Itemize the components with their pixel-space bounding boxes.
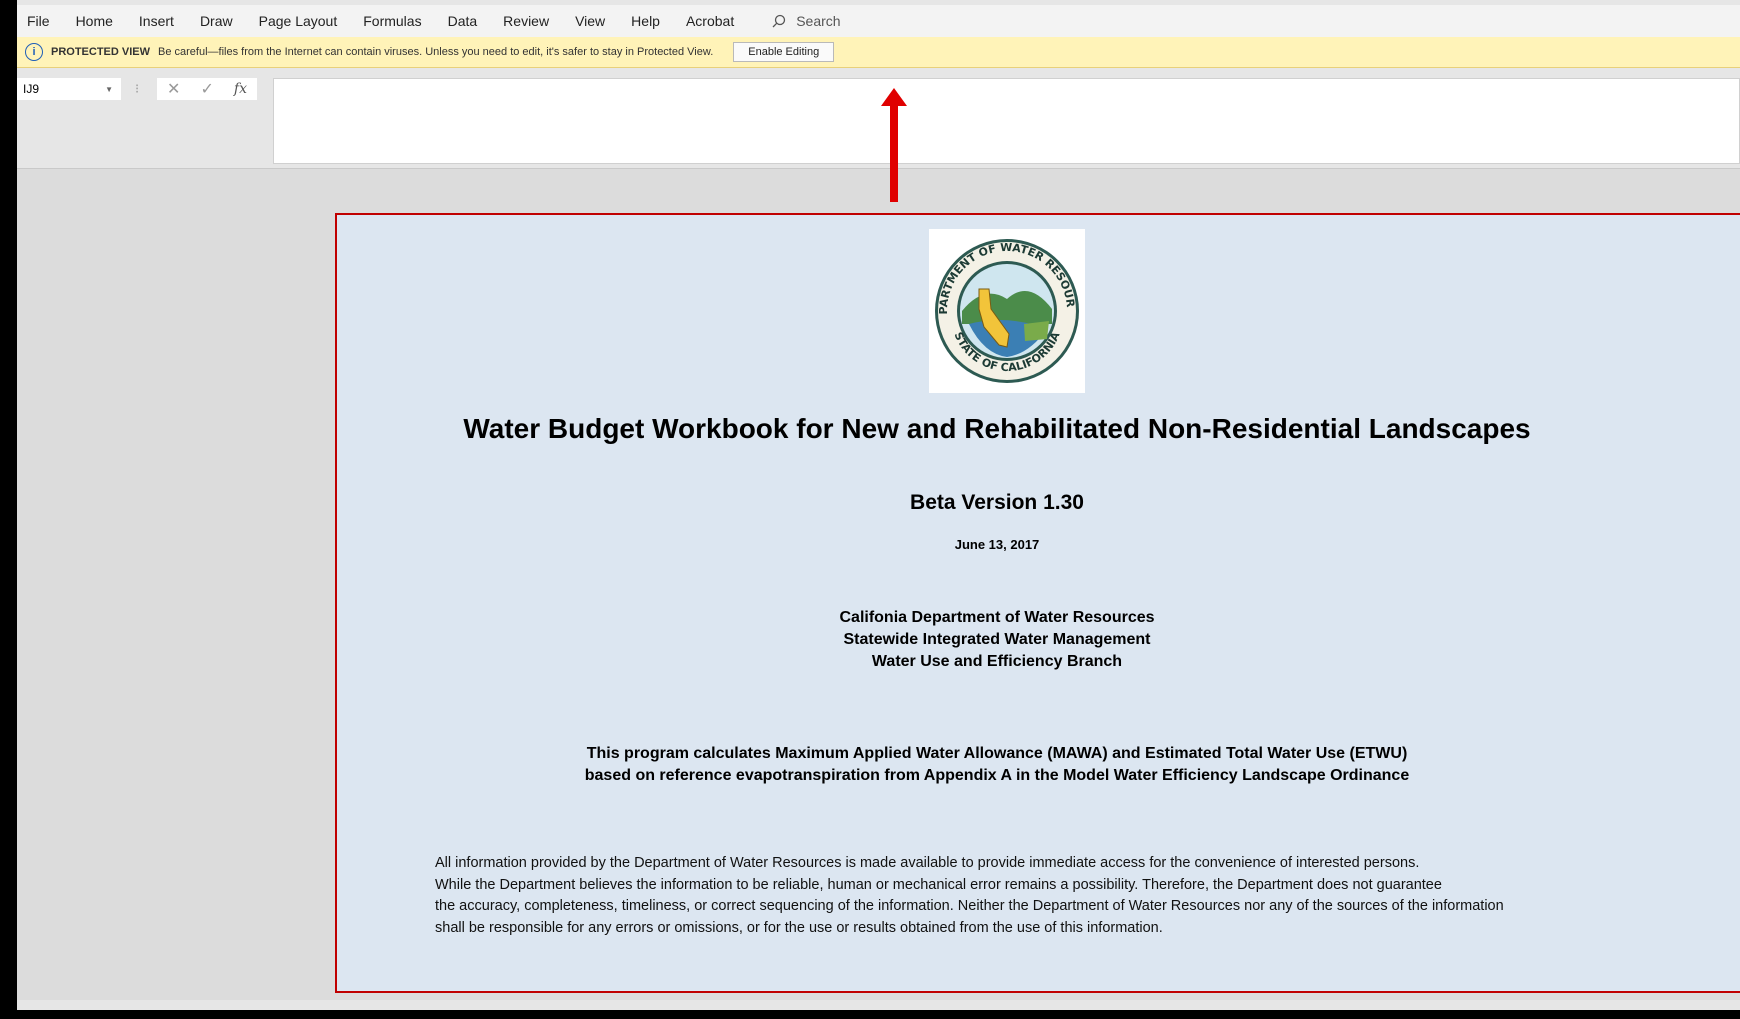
menu-insert[interactable]: Insert <box>139 13 174 29</box>
red-annotation-arrow <box>881 88 907 202</box>
protected-view-title: PROTECTED VIEW <box>51 46 151 58</box>
seal-graphic: DEPARTMENT OF WATER RESOURCES STATE OF C… <box>924 219 1079 383</box>
menu-review[interactable]: Review <box>503 13 549 29</box>
menu-bar: File Home Insert Draw Page Layout Formul… <box>17 5 1740 37</box>
menu-data[interactable]: Data <box>448 13 478 29</box>
workbook-title: Water Budget Workbook for New and Rehabi… <box>463 413 1531 444</box>
cover-panel: DEPARTMENT OF WATER RESOURCES STATE OF C… <box>335 213 1740 993</box>
disclaimer: All information provided by the Departme… <box>435 853 1685 939</box>
more-icon: ⁝ <box>135 81 140 96</box>
disclaimer-line: shall be responsible for any errors or o… <box>435 919 1163 936</box>
info-icon: i <box>25 43 43 61</box>
chevron-down-icon[interactable]: ▼ <box>105 85 113 94</box>
release-date: June 13, 2017 <box>954 537 1040 552</box>
menu-draw[interactable]: Draw <box>200 13 233 29</box>
bottom-strip <box>17 1000 1740 1010</box>
insert-function-icon[interactable]: fx <box>234 81 247 97</box>
confirm-icon[interactable]: ✓ <box>200 79 213 99</box>
formula-input[interactable] <box>273 78 1740 164</box>
disclaimer-line: All information provided by the Departme… <box>435 855 1420 871</box>
name-box-value: IJ9 <box>23 82 40 96</box>
name-box[interactable]: IJ9 ▼ <box>17 78 121 100</box>
excel-window: File Home Insert Draw Page Layout Formul… <box>17 0 1740 1010</box>
org-line-2: Statewide Integrated Water Management <box>843 631 1151 648</box>
dwr-seal-logo: DEPARTMENT OF WATER RESOURCES STATE OF C… <box>924 219 1085 393</box>
disclaimer-line: the accuracy, completeness, timeliness, … <box>435 898 1504 914</box>
search-box[interactable]: Search <box>772 13 841 29</box>
description-line-1: This program calculates Maximum Applied … <box>586 745 1408 762</box>
search-label: Search <box>796 13 841 29</box>
menu-acrobat[interactable]: Acrobat <box>686 13 734 29</box>
enable-editing-button[interactable]: Enable Editing <box>733 42 835 62</box>
menu-page-layout[interactable]: Page Layout <box>259 13 338 29</box>
org-line-3: Water Use and Efficiency Branch <box>871 653 1123 670</box>
cancel-icon[interactable]: ✕ <box>167 79 180 99</box>
description-line-2: based on reference evapotranspiration fr… <box>584 767 1410 784</box>
protected-view-message: Be careful—files from the Internet can c… <box>158 46 714 58</box>
formula-buttons: ✕ ✓ fx <box>157 78 257 100</box>
disclaimer-line: While the Department believes the inform… <box>435 876 1442 893</box>
menu-view[interactable]: View <box>575 13 605 29</box>
menu-file[interactable]: File <box>27 13 50 29</box>
search-icon <box>772 14 786 28</box>
org-line-1: Califonia Department of Water Resources <box>839 609 1155 626</box>
menu-help[interactable]: Help <box>631 13 660 29</box>
version-label: Beta Version 1.30 <box>910 491 1084 514</box>
worksheet-area[interactable]: DEPARTMENT OF WATER RESOURCES STATE OF C… <box>17 168 1740 1010</box>
menu-home[interactable]: Home <box>76 13 113 29</box>
menu-formulas[interactable]: Formulas <box>363 13 421 29</box>
protected-view-bar: i PROTECTED VIEW Be careful—files from t… <box>17 37 1740 68</box>
